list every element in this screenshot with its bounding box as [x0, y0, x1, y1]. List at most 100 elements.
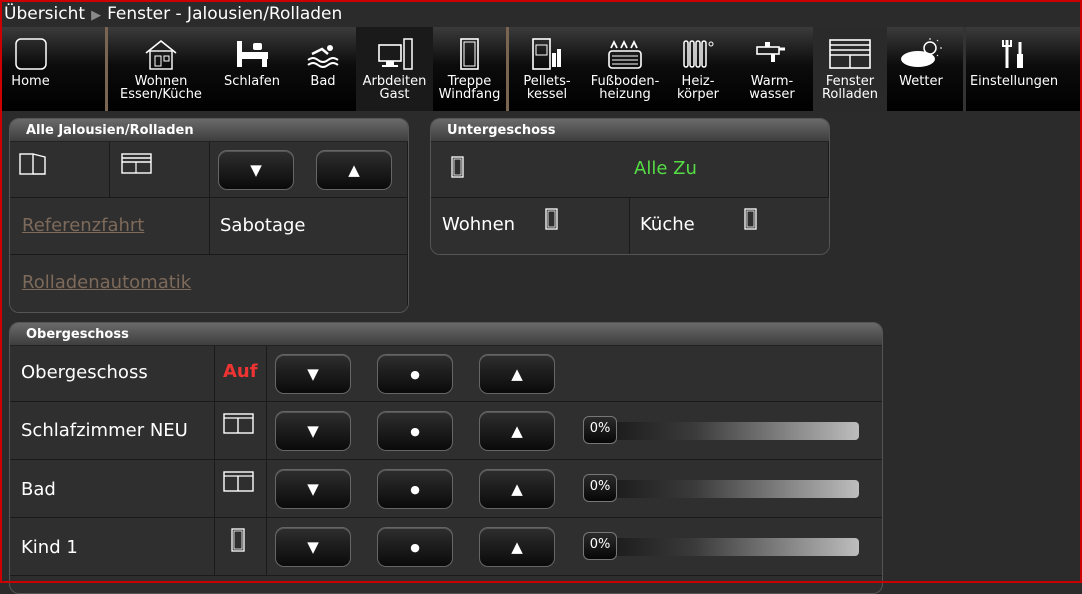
stop-button[interactable]: ● — [377, 527, 453, 567]
swimmer-icon — [306, 37, 340, 71]
all-up-button[interactable]: ▲ — [316, 150, 392, 190]
row-name: Kind 1 — [21, 537, 78, 558]
shutter-closed-icon — [121, 153, 152, 174]
position-slider[interactable]: 0% — [583, 474, 859, 502]
nav-bad[interactable]: Bad — [290, 27, 356, 111]
row-status-text: Auf — [223, 361, 258, 382]
wohnen-label: Wohnen — [442, 214, 516, 235]
door-closed-icon — [744, 208, 757, 230]
close-all-cell[interactable] — [110, 142, 210, 198]
rolladenautomatik-cell: Rolladenautomatik — [10, 255, 408, 312]
row-controls-cell: ▼ ● ▲ 0% — [267, 402, 882, 460]
down-button[interactable]: ▼ — [275, 411, 351, 451]
nav-wohnen[interactable]: Wohnen Essen/Küche — [108, 27, 214, 111]
door-closed-icon — [451, 156, 464, 178]
nav-fussboden[interactable]: Fußboden- heizung — [585, 27, 665, 111]
row-name: Obergeschoss — [21, 362, 148, 383]
breadcrumb-root[interactable]: Übersicht — [4, 4, 85, 24]
down-button[interactable]: ▼ — [275, 527, 351, 567]
row-icon-cell — [215, 518, 267, 576]
row-name-cell: Bad — [10, 460, 215, 518]
untergeschoss-panel: Untergeschoss Alle Zu Wohnen Küche — [430, 118, 830, 255]
row-name-cell: Kind 1 — [10, 518, 215, 576]
row-controls-cell: ▼ ● ▲ 0% — [267, 460, 882, 518]
slider-handle[interactable]: 0% — [583, 416, 617, 444]
row-controls-cell: ▼ ● ▲ 0% — [267, 518, 882, 576]
ug-wohnen-cell[interactable]: Wohnen — [431, 198, 630, 254]
slider-handle[interactable]: 0% — [583, 474, 617, 502]
nav-schlafen[interactable]: Schlafen — [214, 27, 290, 111]
row-status-cell: Auf — [215, 346, 267, 402]
row-name-cell: Schlafzimmer NEU — [10, 402, 215, 460]
ug-all-cell[interactable]: Alle Zu — [431, 142, 829, 198]
up-button[interactable]: ▲ — [479, 354, 555, 394]
bed-icon — [234, 37, 270, 71]
nav-wetter[interactable]: Wetter — [887, 27, 955, 111]
boiler-icon — [530, 37, 564, 71]
stop-button[interactable]: ● — [377, 469, 453, 509]
panel-title: Obergeschoss — [10, 323, 882, 346]
faucet-icon — [755, 37, 789, 71]
home-icon — [14, 37, 47, 71]
window-closed-icon — [223, 413, 254, 434]
door-closed-icon — [231, 528, 245, 552]
panel-title: Alle Jalousien/Rolladen — [10, 119, 408, 142]
nav-label: Schlafen — [223, 74, 281, 89]
floor-heating-icon — [607, 37, 643, 71]
nav-heizkoerper[interactable]: Heiz- körper — [665, 27, 731, 111]
nav-label-2: kessel — [526, 87, 568, 102]
nav-label-2: Windfang — [438, 87, 501, 102]
nav-treppe[interactable]: Treppe Windfang — [433, 27, 506, 111]
slider-handle[interactable]: 0% — [583, 532, 617, 560]
nav-einstellungen[interactable]: Einstellungen — [966, 27, 1062, 111]
nav-label: Home — [11, 74, 50, 89]
nav-pellets[interactable]: Pellets- kessel — [509, 27, 585, 111]
up-button[interactable]: ▲ — [479, 469, 555, 509]
sabotage-cell: Sabotage — [210, 198, 408, 255]
up-button[interactable]: ▲ — [479, 411, 555, 451]
row-controls-cell: ▼ ● ▲ — [267, 346, 882, 402]
breadcrumb: Übersicht ▶ Fenster - Jalousien/Rolladen — [4, 4, 342, 26]
all-down-button[interactable]: ▼ — [218, 150, 294, 190]
nav-label-2: wasser — [749, 87, 795, 102]
shutter-icon — [828, 37, 872, 71]
ug-status-text: Alle Zu — [634, 158, 697, 179]
breadcrumb-current: Fenster - Jalousien/Rolladen — [107, 4, 343, 24]
position-slider[interactable]: 0% — [583, 416, 859, 444]
computer-icon — [377, 37, 413, 71]
panel-title: Untergeschoss — [431, 119, 829, 142]
referenzfahrt-link[interactable]: Referenzfahrt — [22, 215, 144, 236]
position-slider[interactable]: 0% — [583, 532, 859, 560]
rolladenautomatik-link[interactable]: Rolladenautomatik — [22, 272, 191, 293]
house-icon — [143, 37, 179, 71]
down-button[interactable]: ▼ — [275, 354, 351, 394]
window-open-icon — [19, 153, 46, 175]
breadcrumb-separator-icon: ▶ — [91, 8, 102, 23]
tools-icon — [1000, 37, 1028, 71]
nav-label-2: körper — [677, 87, 719, 102]
nav-arbeiten[interactable]: Arbdeiten Gast — [356, 27, 433, 111]
row-icon-cell — [215, 460, 267, 518]
nav-label-2: Rolladen — [821, 87, 879, 102]
referenzfahrt-cell: Referenzfahrt — [10, 198, 210, 255]
ug-kueche-cell[interactable]: Küche — [630, 198, 829, 254]
row-name: Bad — [21, 479, 56, 500]
stop-button[interactable]: ● — [377, 411, 453, 451]
door-icon — [458, 37, 482, 71]
nav-label: Einstellungen — [969, 74, 1059, 89]
row-name-cell: Obergeschoss — [10, 346, 215, 402]
nav-label-2: heizung — [599, 87, 651, 102]
all-updown-cell: ▼ ▲ — [210, 142, 408, 198]
row-icon-cell — [215, 402, 267, 460]
nav-warmwasser[interactable]: Warm- wasser — [731, 27, 813, 111]
up-button[interactable]: ▲ — [479, 527, 555, 567]
nav-home[interactable]: Home — [2, 27, 59, 111]
down-button[interactable]: ▼ — [275, 469, 351, 509]
all-shutters-panel: Alle Jalousien/Rolladen ▼ ▲ Referenzfahr… — [9, 118, 409, 313]
sabotage-label: Sabotage — [220, 215, 306, 236]
stop-button[interactable]: ● — [377, 354, 453, 394]
window-closed-icon — [223, 471, 254, 492]
nav-label: Bad — [310, 74, 336, 89]
open-all-cell[interactable] — [10, 142, 110, 198]
nav-fenster[interactable]: Fenster Rolladen — [813, 27, 887, 111]
